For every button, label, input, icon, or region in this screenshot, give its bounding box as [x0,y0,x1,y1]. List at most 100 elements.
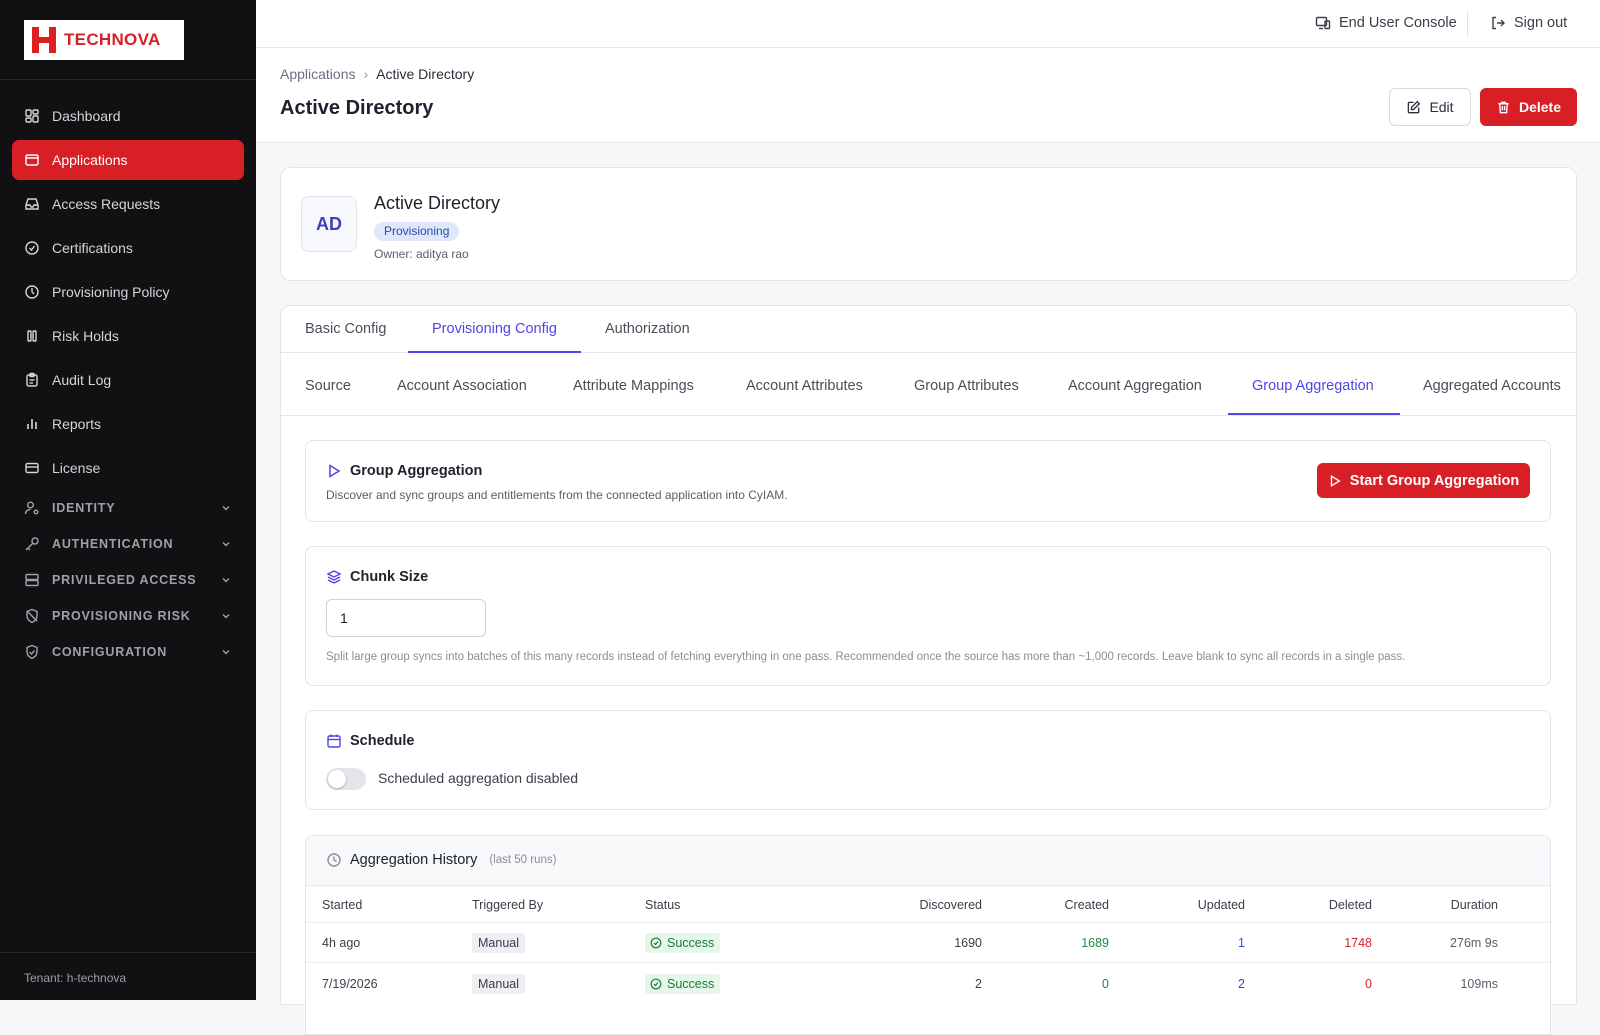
card-icon [25,462,39,474]
subtab-group-aggregation[interactable]: Group Aggregation [1252,378,1374,394]
sidebar-item-reports[interactable]: Reports [12,404,244,444]
schedule-title: Schedule [326,733,414,749]
end-user-console-link[interactable]: End User Console [1315,15,1457,31]
sidebar-item-label: Certifications [52,240,133,256]
sidebar-item-certifications[interactable]: Certifications [12,228,244,268]
subtab-source[interactable]: Source [305,378,351,394]
sidebar-item-applications[interactable]: Applications [12,140,244,180]
shield-check-icon [26,644,38,660]
delete-label: Delete [1518,99,1562,115]
sidebar-section-label: CONFIGURATION [52,645,168,659]
chunk-size-title: Chunk Size [326,569,428,585]
tab-basic-config[interactable]: Basic Config [305,321,386,337]
shield-off-icon [26,608,38,624]
app-summary-card: AD Active Directory Provisioning Owner: … [280,167,1577,281]
tenant-label: Tenant: h-technova [0,952,256,1000]
breadcrumb-applications[interactable]: Applications [280,66,356,82]
active-subtab-indicator [1228,413,1400,415]
topbar: End User Console Sign out [256,0,1600,48]
row-updated: 1 [1238,936,1245,950]
sidebar-item-risk-holds[interactable]: Risk Holds [12,316,244,356]
sidebar-section-provisioning-risk[interactable]: PROVISIONING RISK [12,600,244,632]
group-aggregation-title-text: Group Aggregation [350,463,483,479]
end-user-console-label: End User Console [1339,15,1457,31]
sidebar-section-configuration[interactable]: CONFIGURATION [12,636,244,668]
bar-chart-icon [27,419,37,429]
subtab-account-aggregation[interactable]: Account Aggregation [1068,378,1202,394]
sidebar-nav: Dashboard Applications Access Requests C… [0,80,256,668]
sidebar-section-label: PROVISIONING RISK [52,609,191,623]
app-owner: Owner: aditya rao [374,247,469,261]
row-created: 1689 [1081,936,1109,950]
row-discovered: 1690 [954,936,982,950]
sign-out-button[interactable]: Sign out [1490,15,1567,31]
chevron-down-icon [222,650,230,655]
check-circle-icon [25,241,39,255]
column-header-status: Status [645,898,681,912]
app-type-badge: Provisioning [374,222,460,241]
row-updated: 2 [1238,977,1245,991]
active-tab-indicator [408,351,581,353]
chevron-down-icon [222,506,230,511]
subtab-group-attributes[interactable]: Group Attributes [914,378,1019,394]
edit-icon [1408,100,1421,113]
sidebar-item-label: Audit Log [52,372,112,388]
tab-authorization[interactable]: Authorization [605,321,690,337]
row-divider [306,962,1550,963]
status-text: Success [667,977,715,991]
edit-label: Edit [1429,99,1454,115]
sidebar-section-label: AUTHENTICATION [52,537,174,551]
sidebar-item-dashboard[interactable]: Dashboard [12,96,244,136]
subtab-account-association[interactable]: Account Association [397,378,527,394]
sidebar-item-license[interactable]: License [12,448,244,488]
user-cog-icon [24,501,39,515]
breadcrumb-separator-icon: › [363,66,369,82]
delete-button[interactable]: Delete [1480,88,1577,126]
sidebar-item-label: Access Requests [52,196,161,212]
chevron-down-icon [222,614,230,619]
app-avatar: AD [301,196,357,252]
row-created: 0 [1102,977,1109,991]
play-icon [329,464,341,478]
main-tabs: Basic Config Provisioning Config Authori… [281,306,1576,353]
dashboard-icon [25,109,39,123]
subtab-account-attributes[interactable]: Account Attributes [746,378,863,394]
group-aggregation-desc: Discover and sync groups and entitlement… [326,488,788,502]
schedule-toggle[interactable] [326,768,366,790]
app-name: Active Directory [374,193,501,213]
toggle-knob [328,770,346,788]
column-header-started: Started [322,898,363,912]
trigger-badge: Manual [472,974,525,994]
sidebar-item-label: Provisioning Policy [52,284,170,300]
chevron-down-icon [222,542,230,547]
subtab-aggregated-accounts[interactable]: Aggregated Accounts [1423,378,1561,394]
column-header-triggered-by: Triggered By [472,898,544,912]
sidebar-section-authentication[interactable]: AUTHENTICATION [12,528,244,560]
start-group-aggregation-button[interactable]: Start Group Aggregation [1317,463,1530,498]
trigger-badge: Manual [472,933,525,953]
aggregation-history-header: Aggregation History (last 50 runs) [306,836,1550,886]
logo[interactable]: TECHNOVA [24,20,184,60]
sidebar-section-label: IDENTITY [52,501,116,515]
clipboard-icon [26,372,38,387]
tab-provisioning-config[interactable]: Provisioning Config [432,321,557,337]
sidebar-item-audit-log[interactable]: Audit Log [12,360,244,400]
subtab-attribute-mappings[interactable]: Attribute Mappings [573,378,694,394]
chevron-down-icon [222,578,230,583]
logo-mark-icon [32,27,56,53]
row-started: 4h ago [322,936,361,950]
aggregation-history-title: Aggregation History (last 50 runs) [326,852,556,868]
sidebar-section-privileged-access[interactable]: PRIVILEGED ACCESS [12,564,244,596]
sidebar-section-identity[interactable]: IDENTITY [12,492,244,524]
start-group-aggregation-label: Start Group Aggregation [1349,472,1520,489]
schedule-toggle-label: Scheduled aggregation disabled [378,770,579,786]
chunk-size-input[interactable]: 1 [326,599,486,637]
edit-button[interactable]: Edit [1389,88,1471,126]
sidebar-item-provisioning-policy[interactable]: Provisioning Policy [12,272,244,312]
sidebar-item-access-requests[interactable]: Access Requests [12,184,244,224]
sign-out-icon [1492,16,1505,30]
monitor-icon [1315,16,1331,30]
column-header-created: Created [1064,898,1109,912]
aggregation-history-panel: Aggregation History (last 50 runs) Start… [305,835,1551,1035]
sidebar-item-label: License [52,460,101,476]
